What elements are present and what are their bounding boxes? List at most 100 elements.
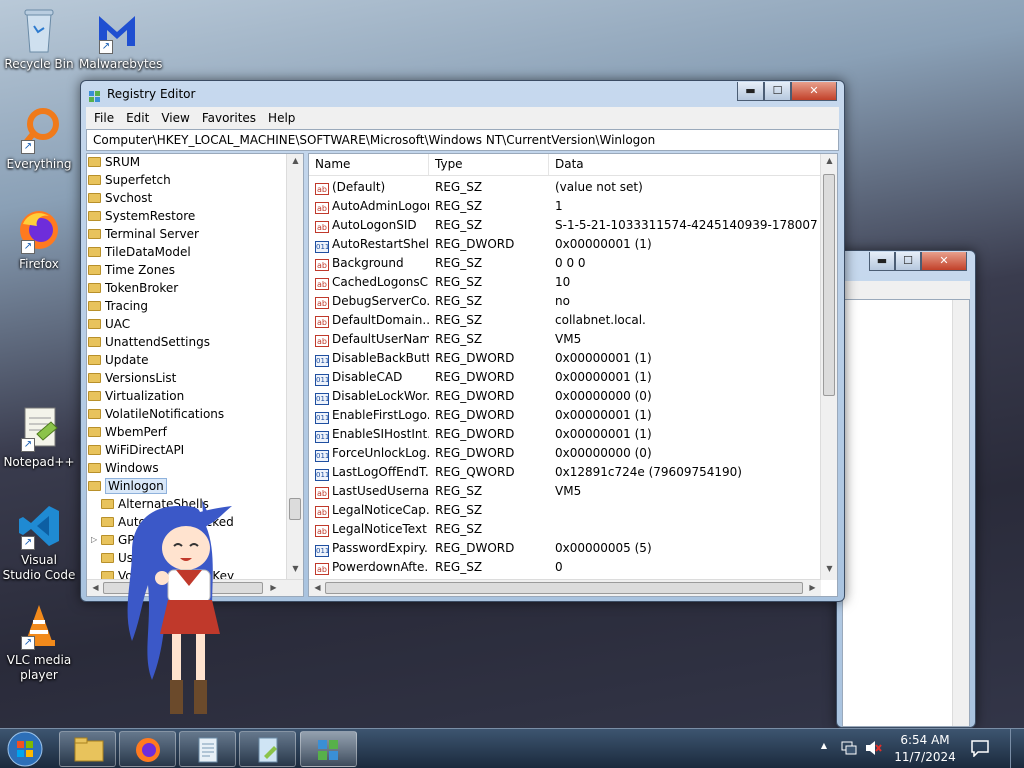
tree-item-label: UAC [105, 317, 131, 331]
tree-item[interactable]: SystemRestore [87, 207, 287, 225]
close-button[interactable]: ✕ [791, 82, 837, 101]
show-desktop-button[interactable] [1010, 729, 1024, 768]
tree-item[interactable]: Terminal Server [87, 225, 287, 243]
bg-vertical-scrollbar[interactable] [952, 300, 969, 726]
registry-editor-titlebar[interactable]: Registry Editor [81, 81, 844, 107]
clock-time[interactable]: 6:54 AM [890, 733, 960, 747]
bg-window-content[interactable] [842, 299, 970, 727]
table-row[interactable]: 011 AutoRestartShell REG_DWORD 0x00000001 (… [309, 235, 837, 254]
tree-item[interactable]: VersionsList [87, 369, 287, 387]
tree-item[interactable]: TokenBroker [87, 279, 287, 297]
registry-value-list[interactable]: Name Type Data ab (Default) REG_SZ (value n… [308, 153, 838, 597]
desktop-icon-vlc[interactable]: ↗ VLC media player [1, 602, 77, 683]
table-row[interactable]: ab AutoAdminLogon REG_SZ 1 [309, 197, 837, 216]
tree-item-label: Winlogon [105, 478, 167, 494]
tree-item[interactable]: Virtualization [87, 387, 287, 405]
background-window[interactable]: ▬ ☐ ✕ [836, 250, 976, 728]
taskbar-registry-editor[interactable] [300, 731, 357, 767]
tree-vertical-scrollbar[interactable]: ▲ ▼ [286, 154, 303, 580]
tree-item[interactable]: Update [87, 351, 287, 369]
values-scroll-thumb[interactable] [823, 174, 835, 396]
start-button[interactable] [5, 730, 45, 768]
table-row[interactable]: ab LegalNoticeCap... REG_SZ [309, 501, 837, 520]
minimize-button[interactable]: ▬ [737, 82, 764, 101]
desktop-icon-malwarebytes[interactable]: ↗ Malwarebytes [79, 6, 162, 72]
menu-favorites[interactable]: Favorites [196, 111, 262, 125]
show-hidden-icons-button[interactable]: ▲ [818, 741, 830, 750]
tree-item[interactable]: Superfetch [87, 171, 287, 189]
tree-item[interactable]: UnattendSettings [87, 333, 287, 351]
tree-item[interactable]: UAC [87, 315, 287, 333]
scroll-down-arrow-icon[interactable]: ▼ [287, 564, 303, 573]
table-row[interactable]: ab AutoLogonSID REG_SZ S-1-5-21-1033311574-… [309, 216, 837, 235]
binary-value-icon: 011 [315, 241, 330, 253]
table-row[interactable]: 011 DisableCAD REG_DWORD 0x00000001 (1) [309, 368, 837, 387]
scroll-down-arrow-icon[interactable]: ▼ [821, 564, 837, 573]
expand-arrow-icon[interactable]: ▷ [91, 531, 97, 549]
tree-item[interactable]: Time Zones [87, 261, 287, 279]
column-header-data[interactable]: Data [549, 154, 821, 175]
taskbar-notepad-plus-plus[interactable] [239, 731, 296, 767]
scroll-left-arrow-icon[interactable]: ◀ [309, 583, 326, 592]
menu-edit[interactable]: Edit [120, 111, 155, 125]
menu-file[interactable]: File [88, 111, 120, 125]
volume-muted-icon[interactable] [864, 739, 882, 760]
table-row[interactable]: 011 DisableLockWor... REG_DWORD 0x00000000 … [309, 387, 837, 406]
table-row[interactable]: 011 PasswordExpiry... REG_DWORD 0x00000005 … [309, 539, 837, 558]
tree-item[interactable]: VolatileNotifications [87, 405, 287, 423]
tree-item[interactable]: TileDataModel [87, 243, 287, 261]
column-header-type[interactable]: Type [429, 154, 549, 175]
table-row[interactable]: 011DisableBackButt... REG_DWORD 0x00000001… [309, 349, 837, 368]
tree-item[interactable]: Winlogon [87, 477, 287, 495]
maximize-button[interactable]: ☐ [764, 82, 791, 101]
desktop-icon-recycle-bin[interactable]: Recycle Bin [1, 6, 77, 72]
table-row[interactable]: ab DefaultUserName REG_SZ VM5 [309, 330, 837, 349]
table-row[interactable]: ab CachedLogonsC... REG_SZ 10 [309, 273, 837, 292]
table-row[interactable]: ab Background REG_SZ 0 0 0 [309, 254, 837, 273]
shortcut-arrow-icon: ↗ [21, 438, 35, 452]
tree-item[interactable]: Svchost [87, 189, 287, 207]
tree-scroll-thumb[interactable] [289, 498, 301, 520]
tree-item[interactable]: Tracing [87, 297, 287, 315]
scroll-left-arrow-icon[interactable]: ◀ [87, 583, 104, 592]
table-row[interactable]: ab DebugServerCo... REG_SZ no [309, 292, 837, 311]
bg-close-button[interactable]: ✕ [921, 252, 967, 271]
network-icon[interactable] [840, 739, 858, 760]
tree-item[interactable]: SRUM [87, 154, 287, 171]
address-bar[interactable]: Computer\HKEY_LOCAL_MACHINE\SOFTWARE\Mic… [86, 129, 839, 151]
action-center-icon[interactable] [970, 739, 990, 760]
bg-maximize-button[interactable]: ☐ [895, 252, 921, 271]
menu-view[interactable]: View [155, 111, 195, 125]
table-row[interactable]: 011 EnableSIHostInt... REG_DWORD 0x00000001… [309, 425, 837, 444]
taskbar-file-explorer[interactable] [59, 731, 116, 767]
table-row[interactable]: ab LegalNoticeText REG_SZ [309, 520, 837, 539]
table-row[interactable]: 011 LastLogOffEndT... REG_QWORD 0x12891c724… [309, 463, 837, 482]
taskbar-notepad[interactable] [179, 731, 236, 767]
column-header-name[interactable]: Name [309, 154, 429, 175]
table-row[interactable]: 011 EnableFirstLogo... REG_DWORD 0x00000001… [309, 406, 837, 425]
bg-minimize-button[interactable]: ▬ [869, 252, 895, 271]
tree-item[interactable]: WbemPerf [87, 423, 287, 441]
taskbar-firefox[interactable] [119, 731, 176, 767]
desktop-icon-everything[interactable]: ↗ Everything [1, 106, 77, 172]
scroll-right-arrow-icon[interactable]: ▶ [804, 583, 821, 592]
tree-item[interactable]: Windows [87, 459, 287, 477]
menu-help[interactable]: Help [262, 111, 301, 125]
table-row[interactable]: ab PowerdownAfte... REG_SZ 0 [309, 558, 837, 577]
folder-icon [88, 211, 101, 221]
table-row[interactable]: ab DefaultDomain... REG_SZ collabnet.local. [309, 311, 837, 330]
values-horizontal-scrollbar[interactable]: ◀ ▶ [309, 579, 821, 596]
scroll-up-arrow-icon[interactable]: ▲ [821, 156, 837, 165]
scroll-up-arrow-icon[interactable]: ▲ [287, 156, 303, 165]
desktop-icon-notepad-plus-plus[interactable]: ↗ Notepad++ [1, 404, 77, 470]
values-vertical-scrollbar[interactable]: ▲ ▼ [820, 154, 837, 580]
desktop-icon-visual-studio-code[interactable]: ↗ Visual Studio Code [1, 502, 77, 583]
values-hscroll-thumb[interactable] [325, 582, 803, 594]
tree-item[interactable]: WiFiDirectAPI [87, 441, 287, 459]
table-row[interactable]: 011 ForceUnlockLog... REG_DWORD 0x00000000 … [309, 444, 837, 463]
desktop-icon-firefox[interactable]: ↗ Firefox [1, 206, 77, 272]
scroll-right-arrow-icon[interactable]: ▶ [265, 583, 282, 592]
table-row[interactable]: abLastUsedUserna... REG_SZ VM5 [309, 482, 837, 501]
table-row[interactable]: ab (Default) REG_SZ (value not set) [309, 178, 837, 197]
clock-date[interactable]: 11/7/2024 [890, 750, 960, 764]
